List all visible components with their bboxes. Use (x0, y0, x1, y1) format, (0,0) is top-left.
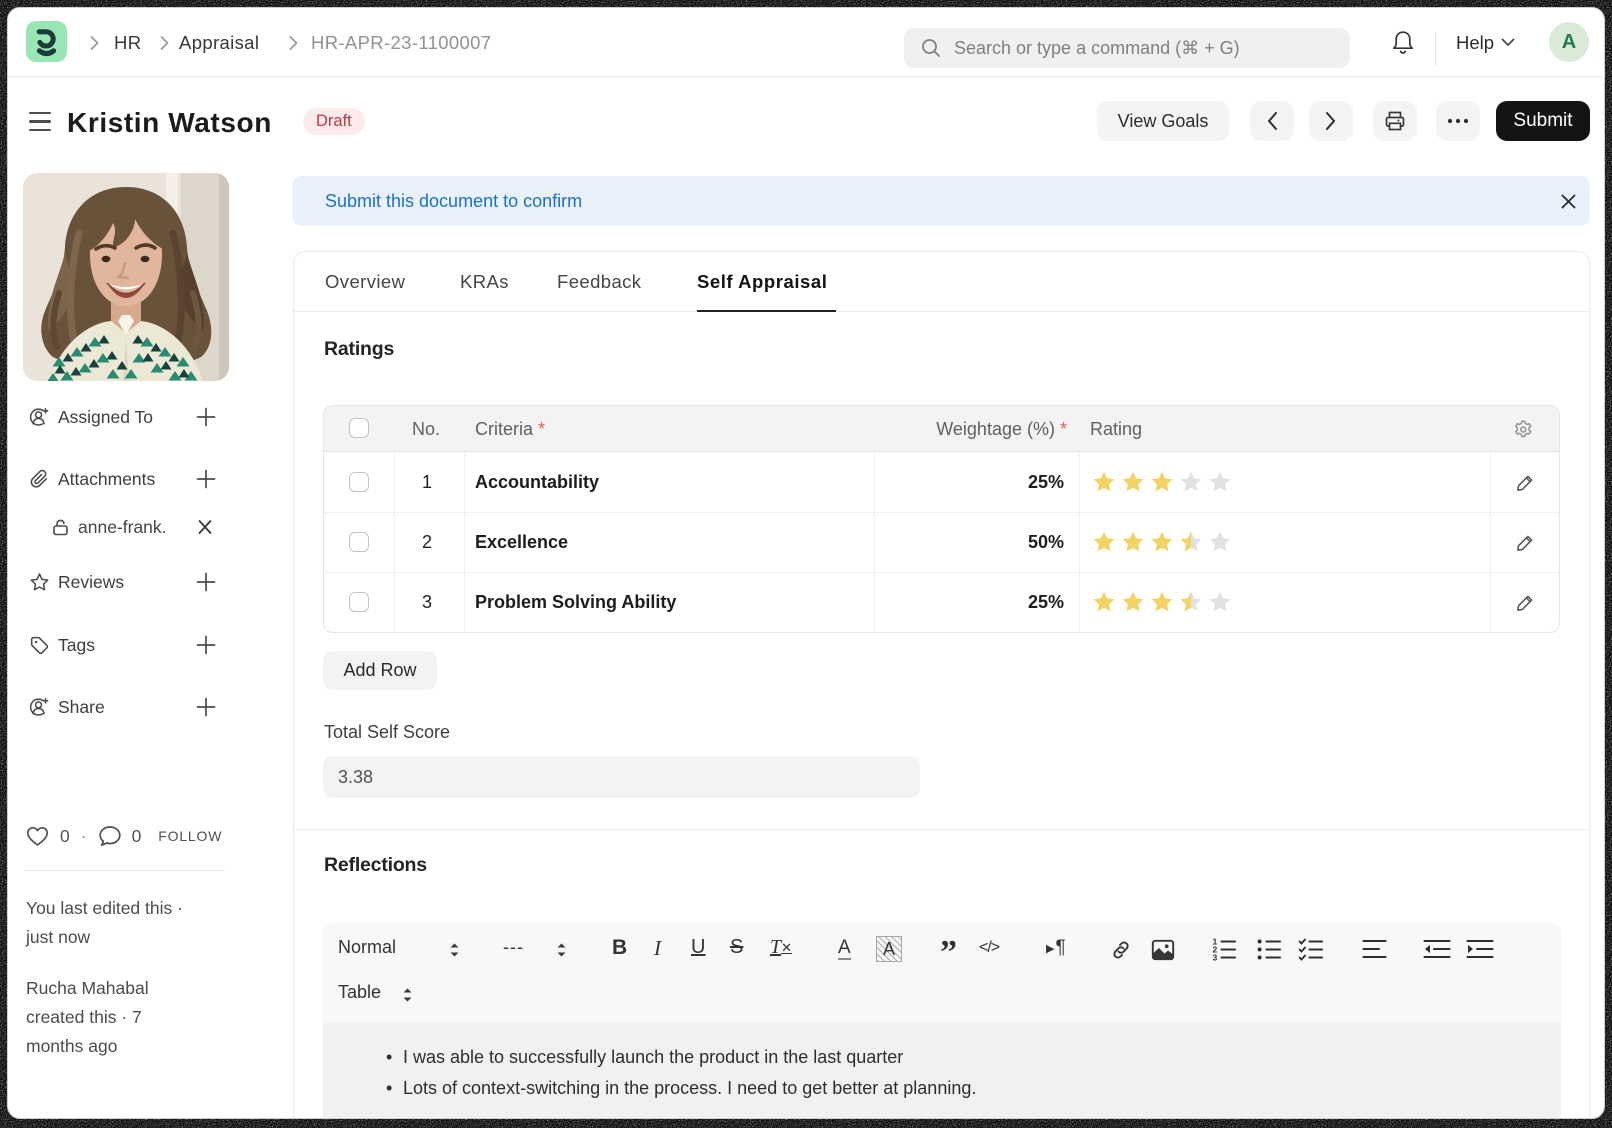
svg-text:3: 3 (1213, 953, 1218, 963)
